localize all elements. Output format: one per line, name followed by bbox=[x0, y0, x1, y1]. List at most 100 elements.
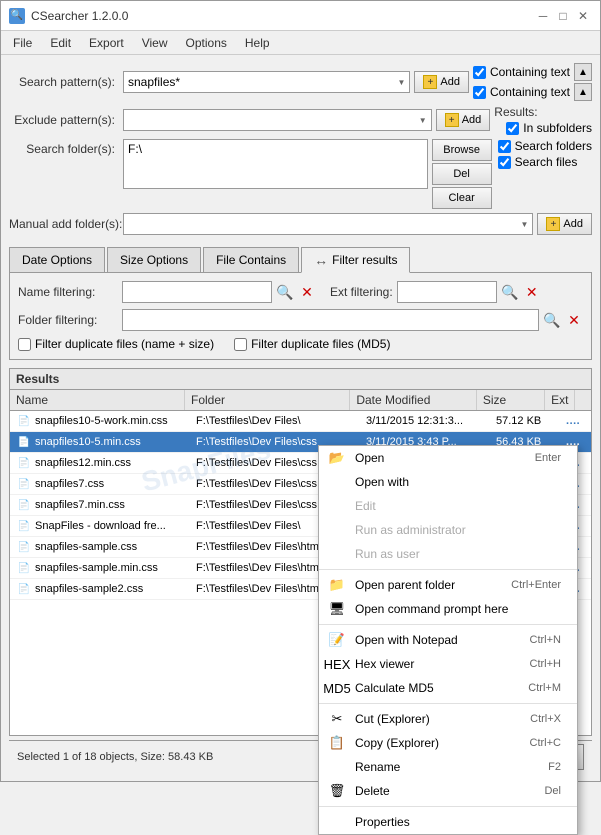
context-menu-item[interactable]: 📋 Copy (Explorer) Ctrl+C bbox=[319, 731, 577, 755]
cell-name: 📄 snapfiles7.min.css bbox=[10, 495, 190, 515]
file-icon: 📄 bbox=[16, 518, 32, 534]
exclude-pattern-add-button[interactable]: + Add bbox=[436, 109, 491, 131]
context-menu-item[interactable]: MD5 Calculate MD5 Ctrl+M bbox=[319, 676, 577, 700]
cell-date: 3/11/2015 12:31:3... bbox=[360, 413, 490, 429]
containing-text-check-1[interactable] bbox=[473, 66, 486, 79]
menu-help[interactable]: Help bbox=[237, 34, 278, 52]
name-filter-input[interactable] bbox=[122, 281, 272, 303]
exclude-pattern-add-label: Add bbox=[462, 114, 482, 126]
containing-text-label-1: Containing text bbox=[490, 65, 570, 79]
context-menu-item[interactable]: ✂ Cut (Explorer) Ctrl+X bbox=[319, 707, 577, 731]
search-pattern-row: Search pattern(s): snapfiles* ▼ + Add Co… bbox=[9, 63, 592, 101]
search-folder-list[interactable]: F:\ bbox=[123, 139, 428, 189]
menu-export[interactable]: Export bbox=[81, 34, 132, 52]
ctx-item-shortcut: Ctrl+M bbox=[528, 682, 561, 694]
folder-filter-clear-icon[interactable]: ✕ bbox=[565, 311, 583, 329]
tab-size-options[interactable]: Size Options bbox=[107, 247, 201, 272]
context-menu-item[interactable]: Properties bbox=[319, 810, 577, 834]
file-icon: 📄 bbox=[16, 560, 32, 576]
dup-name-size-check[interactable] bbox=[18, 338, 31, 351]
ctx-item-label: Hex viewer bbox=[355, 657, 414, 671]
menu-view[interactable]: View bbox=[134, 34, 176, 52]
containing-text-check-2[interactable] bbox=[473, 86, 486, 99]
ctx-item-label: Run as administrator bbox=[355, 523, 466, 537]
ctx-item-shortcut: F2 bbox=[548, 761, 561, 773]
search-pattern-arrow[interactable]: ▼ bbox=[397, 78, 405, 87]
window-title: CSearcher 1.2.0.0 bbox=[31, 9, 128, 23]
context-menu-item[interactable]: 📝 Open with Notepad Ctrl+N bbox=[319, 628, 577, 652]
ctx-item-shortcut: Ctrl+C bbox=[530, 737, 561, 749]
col-header-size[interactable]: Size bbox=[477, 390, 545, 410]
browse-button[interactable]: Browse bbox=[432, 139, 492, 161]
dup-md5-check[interactable] bbox=[234, 338, 247, 351]
containing-text-label-2: Containing text bbox=[490, 85, 570, 99]
ctx-item-label: Open command prompt here bbox=[355, 602, 508, 616]
menu-file[interactable]: File bbox=[5, 34, 40, 52]
cell-name: 📄 snapfiles10-5.min.css bbox=[10, 432, 190, 452]
minimize-button[interactable]: ─ bbox=[534, 7, 552, 25]
col-header-name[interactable]: Name bbox=[10, 390, 185, 410]
manual-add-label: Manual add folder(s): bbox=[9, 217, 119, 231]
context-menu-item[interactable]: 🗑 Delete Del bbox=[319, 779, 577, 803]
search-folders-check[interactable] bbox=[498, 140, 511, 153]
del-button[interactable]: Del bbox=[432, 163, 492, 185]
close-button[interactable]: ✕ bbox=[574, 7, 592, 25]
add-icon-2: + bbox=[445, 113, 459, 127]
name-filter-row: Name filtering: 🔍 ✕ Ext filtering: 🔍 ✕ bbox=[18, 281, 583, 303]
tab-date-options[interactable]: Date Options bbox=[9, 247, 105, 272]
file-icon: 📄 bbox=[16, 476, 32, 492]
exclude-pattern-arrow[interactable]: ▼ bbox=[419, 116, 427, 125]
exclude-pattern-row: Exclude pattern(s): ▼ + Add Results: In … bbox=[9, 105, 592, 135]
search-pattern-add-button[interactable]: + Add bbox=[414, 71, 469, 93]
tabs-bar: Date Options Size Options File Contains … bbox=[9, 247, 592, 273]
menu-bar: File Edit Export View Options Help bbox=[1, 31, 600, 55]
col-header-folder[interactable]: Folder bbox=[185, 390, 350, 410]
in-subfolders-check[interactable] bbox=[506, 122, 519, 135]
ctx-item-icon: 📋 bbox=[327, 733, 347, 753]
menu-options[interactable]: Options bbox=[178, 34, 235, 52]
title-bar: 🔍 CSearcher 1.2.0.0 ─ □ ✕ bbox=[1, 1, 600, 31]
title-bar-left: 🔍 CSearcher 1.2.0.0 bbox=[9, 8, 128, 24]
ext-filter-clear-icon[interactable]: ✕ bbox=[523, 283, 541, 301]
menu-edit[interactable]: Edit bbox=[42, 34, 79, 52]
name-filter-search-icon[interactable]: 🔍 bbox=[276, 283, 294, 301]
results-header: Results bbox=[10, 369, 591, 390]
exclude-pattern-combo[interactable]: ▼ bbox=[123, 109, 432, 131]
ctx-item-icon: 🗑 bbox=[327, 781, 347, 801]
name-filter-clear-icon[interactable]: ✕ bbox=[298, 283, 316, 301]
file-icon: 📄 bbox=[16, 497, 32, 513]
manual-add-combo[interactable]: ▼ bbox=[123, 213, 533, 235]
table-row[interactable]: 📄 snapfiles10-5-work.min.css F:\Testfile… bbox=[10, 411, 591, 432]
manual-add-button[interactable]: + Add bbox=[537, 213, 592, 235]
folder-filter-input[interactable] bbox=[122, 309, 539, 331]
maximize-button[interactable]: □ bbox=[554, 7, 572, 25]
cell-name: 📄 snapfiles-sample.css bbox=[10, 537, 190, 557]
ctx-item-shortcut: Enter bbox=[535, 452, 561, 464]
search-pattern-combo[interactable]: snapfiles* ▼ bbox=[123, 71, 410, 93]
search-folders-row: Search folders bbox=[498, 139, 592, 153]
tab-filter-results[interactable]: ↔ Filter results bbox=[301, 247, 410, 273]
folder-filter-search-icon[interactable]: 🔍 bbox=[543, 311, 561, 329]
context-menu-item[interactable]: Open with bbox=[319, 470, 577, 494]
search-files-check[interactable] bbox=[498, 156, 511, 169]
tab-file-contains[interactable]: File Contains bbox=[203, 247, 299, 272]
ext-filter-input[interactable] bbox=[397, 281, 497, 303]
search-folder-row: Search folder(s): F:\ Browse Del Clear S… bbox=[9, 139, 592, 209]
containing-text-up-1[interactable]: ▲ bbox=[574, 63, 592, 81]
search-folders-label: Search folders bbox=[515, 139, 592, 153]
containing-text-up-2[interactable]: ▲ bbox=[574, 83, 592, 101]
search-pattern-value: snapfiles* bbox=[128, 75, 397, 89]
ext-filter-search-icon[interactable]: 🔍 bbox=[501, 283, 519, 301]
context-menu-item[interactable]: 📁 Open parent folder Ctrl+Enter bbox=[319, 573, 577, 597]
results-section-labels: Results: In subfolders bbox=[494, 105, 592, 135]
context-menu-item[interactable]: 🖥 Open command prompt here bbox=[319, 597, 577, 621]
filter-tab-icon: ↔ bbox=[314, 252, 328, 268]
col-header-ext[interactable]: Ext bbox=[545, 390, 575, 410]
clear-button[interactable]: Clear bbox=[432, 187, 492, 209]
context-menu-item[interactable]: Rename F2 bbox=[319, 755, 577, 779]
manual-add-arrow[interactable]: ▼ bbox=[521, 220, 529, 229]
context-menu-item[interactable]: 📂 Open Enter bbox=[319, 446, 577, 470]
window-controls: ─ □ ✕ bbox=[534, 7, 592, 25]
context-menu-item[interactable]: HEX Hex viewer Ctrl+H bbox=[319, 652, 577, 676]
col-header-date[interactable]: Date Modified bbox=[350, 390, 477, 410]
